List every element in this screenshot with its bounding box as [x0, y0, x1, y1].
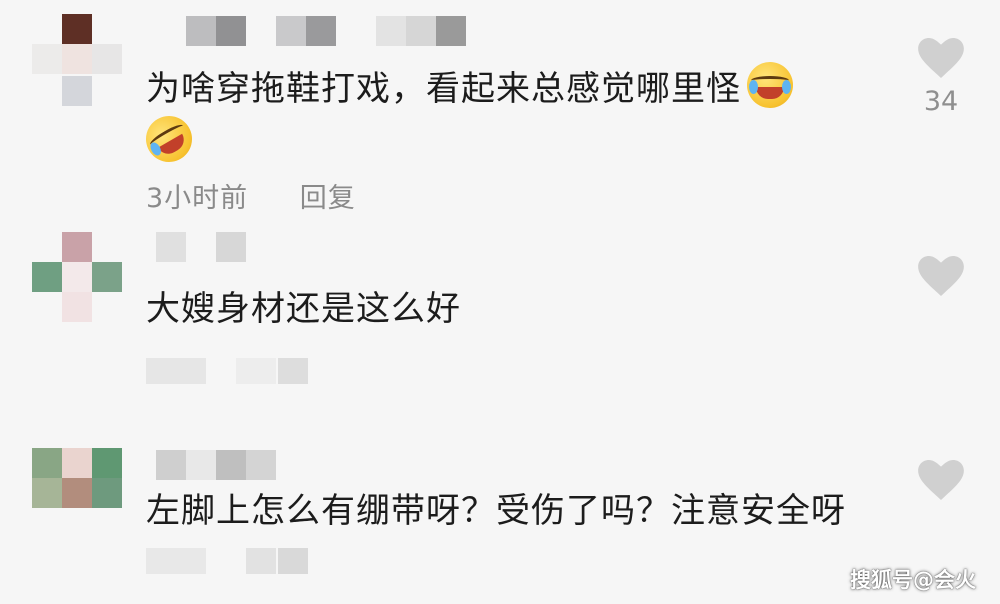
- comment-meta: 3小时前 回复: [146, 176, 398, 215]
- comment-time: 3小时前: [146, 183, 249, 214]
- comment-text-content: 为啥穿拖鞋打戏，看起来总感觉哪里怪: [146, 69, 741, 109]
- comment-text: 大嫂身材还是这么好: [146, 282, 890, 336]
- avatar-blurred[interactable]: [32, 448, 128, 544]
- like-heart-icon[interactable]: [918, 460, 964, 500]
- comment-text: 为啥穿拖鞋打戏，看起来总感觉哪里怪: [137, 62, 890, 171]
- comment-meta-blurred: [146, 548, 316, 574]
- comment-text-content: 大嫂身材还是这么好: [146, 289, 461, 329]
- username-blurred[interactable]: [156, 232, 276, 262]
- comment-text-content: 左脚上怎么有绷带呀？受伤了吗？注意安全呀: [146, 491, 846, 531]
- laughing-crying-emoji-icon: [747, 62, 793, 108]
- avatar-blurred[interactable]: [32, 232, 128, 328]
- avatar-blurred[interactable]: [32, 14, 128, 110]
- comment-text: 左脚上怎么有绷带呀？受伤了吗？注意安全呀: [146, 484, 890, 538]
- watermark: 搜狐号@会火: [850, 568, 976, 592]
- username-blurred[interactable]: [156, 450, 286, 480]
- comment-meta-blurred: [146, 358, 316, 384]
- like-heart-icon[interactable]: [918, 38, 964, 78]
- like-heart-icon[interactable]: [918, 256, 964, 296]
- rolling-laughing-emoji-icon: [137, 107, 201, 171]
- username-blurred[interactable]: [186, 16, 486, 46]
- like-count: 34: [923, 86, 959, 117]
- reply-button[interactable]: 回复: [300, 183, 356, 214]
